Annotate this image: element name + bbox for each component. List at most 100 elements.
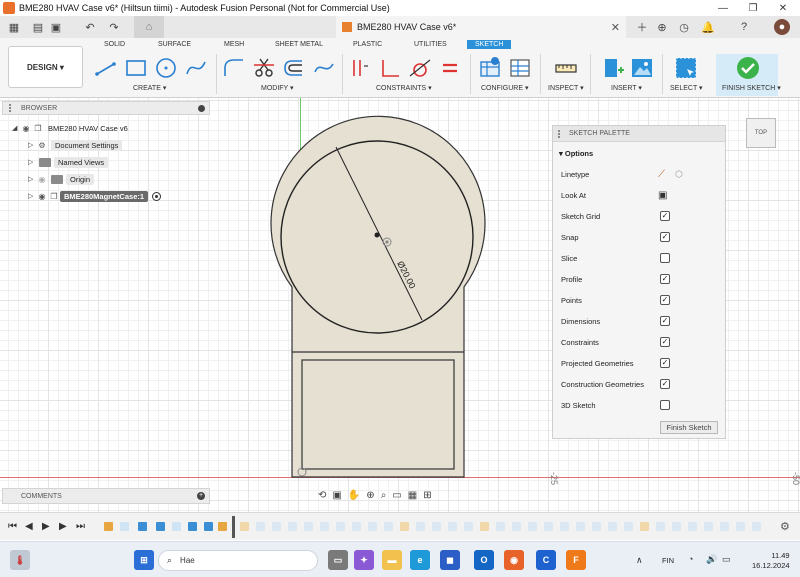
collapse-triangle-icon[interactable]: ◢: [12, 124, 20, 132]
timeline-feature[interactable]: [448, 522, 457, 531]
horizontal-vertical-constraint-icon[interactable]: [348, 56, 372, 80]
browser-item-named-views[interactable]: ▷ Named Views: [28, 155, 109, 169]
profile-checkbox[interactable]: ✓: [660, 274, 670, 284]
viewports-icon[interactable]: ⊞: [423, 490, 431, 501]
weather-widget-icon[interactable]: 🌡: [10, 550, 30, 570]
redo-icon[interactable]: ↷: [106, 20, 122, 34]
timeline-feature[interactable]: [608, 522, 617, 531]
snap-checkbox[interactable]: ✓: [660, 232, 670, 242]
tray-chevron-icon[interactable]: ∧: [636, 555, 643, 566]
tab-mesh[interactable]: MESH: [224, 41, 244, 48]
tab-utilities[interactable]: UTILITIES: [414, 41, 447, 48]
edge-browser-icon[interactable]: e: [410, 550, 430, 570]
configure-rules-icon[interactable]: [508, 56, 532, 80]
options-section-header[interactable]: ▾ Options: [559, 149, 593, 158]
timeline-feature[interactable]: [464, 522, 473, 531]
close-window-button[interactable]: ✕: [768, 0, 798, 16]
firefox-icon[interactable]: ◉: [504, 550, 524, 570]
close-tab-icon[interactable]: ✕: [611, 21, 620, 34]
copilot-icon[interactable]: ✦: [354, 550, 374, 570]
timeline-feature[interactable]: [288, 522, 297, 531]
finish-sketch-button[interactable]: Finish Sketch: [660, 421, 718, 434]
group-modify-label[interactable]: MODIFY ▾: [261, 84, 294, 92]
help-icon[interactable]: ?: [736, 19, 752, 35]
timeline-start-icon[interactable]: ⏮: [8, 521, 17, 532]
timeline-feature[interactable]: [640, 522, 649, 531]
zoom-icon[interactable]: ⊕: [366, 490, 374, 501]
group-constraints-label[interactable]: CONSTRAINTS ▾: [376, 84, 432, 92]
slice-checkbox[interactable]: [660, 253, 670, 263]
timeline-play-icon[interactable]: ▶: [42, 521, 50, 532]
center-point[interactable]: [374, 232, 380, 238]
browser-item-origin[interactable]: ▷ ◉ Origin: [28, 172, 95, 186]
timeline-feature[interactable]: [188, 522, 197, 531]
timeline-feature[interactable]: [256, 522, 265, 531]
tab-sheet-metal[interactable]: SHEET METAL: [275, 41, 323, 48]
timeline-feature[interactable]: [400, 522, 409, 531]
document-tab[interactable]: BME280 HVAV Case v6* ✕: [336, 16, 626, 38]
notifications-icon[interactable]: 🔔: [700, 19, 716, 35]
job-status-icon[interactable]: ◷: [676, 19, 692, 35]
collapse-icon[interactable]: [198, 104, 205, 112]
new-tab-icon[interactable]: ＋: [634, 19, 650, 35]
offset-tool-icon[interactable]: [282, 56, 306, 80]
select-tool-icon[interactable]: [674, 56, 698, 80]
maximize-button[interactable]: ❐: [738, 0, 768, 16]
pan-icon[interactable]: ✋: [348, 490, 360, 501]
tangent-constraint-icon[interactable]: [408, 56, 432, 80]
spline-tool-icon[interactable]: [184, 56, 208, 80]
home-tab-button[interactable]: ⌂: [134, 16, 164, 38]
visibility-eye-icon[interactable]: ◉: [36, 175, 48, 184]
expand-triangle-icon[interactable]: ▷: [28, 192, 36, 200]
sketch-grid-checkbox[interactable]: ✓: [660, 211, 670, 221]
timeline-feature[interactable]: [704, 522, 713, 531]
timeline-feature[interactable]: [104, 522, 113, 531]
finish-sketch-check-icon[interactable]: [736, 56, 760, 80]
volume-icon[interactable]: 🔊: [706, 554, 717, 565]
timeline-prev-icon[interactable]: ◀: [25, 521, 33, 532]
look-at-nav-icon[interactable]: ▣: [332, 490, 341, 501]
timeline-end-icon[interactable]: ⏭: [76, 521, 85, 532]
timeline-feature[interactable]: [544, 522, 553, 531]
insert-derive-icon[interactable]: [602, 56, 626, 80]
timeline-feature[interactable]: [240, 522, 249, 531]
timeline-feature[interactable]: [512, 522, 521, 531]
timeline-feature[interactable]: [432, 522, 441, 531]
timeline-marker[interactable]: [232, 516, 235, 538]
battery-icon[interactable]: ▭: [722, 554, 731, 565]
file-menu-icon[interactable]: ▤: [30, 20, 46, 34]
browser-item-document-settings[interactable]: ▷ ⚙ Document Settings: [28, 138, 123, 152]
timeline-feature[interactable]: [480, 522, 489, 531]
inner-rectangle[interactable]: [301, 359, 455, 470]
constraints-checkbox[interactable]: ✓: [660, 337, 670, 347]
timeline-feature[interactable]: [204, 522, 213, 531]
construction-linetype-icon[interactable]: ⬡: [675, 169, 683, 180]
rectangle-tool-icon[interactable]: [124, 56, 148, 80]
task-view-icon[interactable]: ▭: [328, 550, 348, 570]
fillet-tool-icon[interactable]: [222, 56, 246, 80]
comments-panel[interactable]: COMMENTS +: [2, 488, 210, 504]
outlook-icon[interactable]: O: [474, 550, 494, 570]
circle-tool-icon[interactable]: [154, 56, 178, 80]
minimize-button[interactable]: —: [708, 0, 738, 16]
chat-app-icon[interactable]: C: [536, 550, 556, 570]
equal-constraint-icon[interactable]: [438, 56, 462, 80]
extensions-icon[interactable]: ⊕: [654, 19, 670, 35]
timeline-feature[interactable]: [592, 522, 601, 531]
timeline-feature[interactable]: [320, 522, 329, 531]
group-select-label[interactable]: SELECT ▾: [670, 84, 703, 92]
timeline-feature[interactable]: [672, 522, 681, 531]
tab-solid[interactable]: SOLID: [104, 41, 125, 48]
browser-root[interactable]: ◢ ◉ ❐ BME280 HVAV Case v6: [12, 121, 128, 135]
file-explorer-icon[interactable]: ▬: [382, 550, 402, 570]
activate-radio-icon[interactable]: [152, 191, 162, 201]
timeline-feature[interactable]: [368, 522, 377, 531]
timeline-feature[interactable]: [496, 522, 505, 531]
add-comment-icon[interactable]: +: [197, 492, 205, 500]
timeline-feature[interactable]: [272, 522, 281, 531]
undo-icon[interactable]: ↶: [82, 20, 98, 34]
orbit-icon[interactable]: ⟲: [318, 490, 326, 501]
viewcube[interactable]: TOP: [746, 118, 776, 148]
timeline-feature[interactable]: [336, 522, 345, 531]
timeline-feature[interactable]: [528, 522, 537, 531]
